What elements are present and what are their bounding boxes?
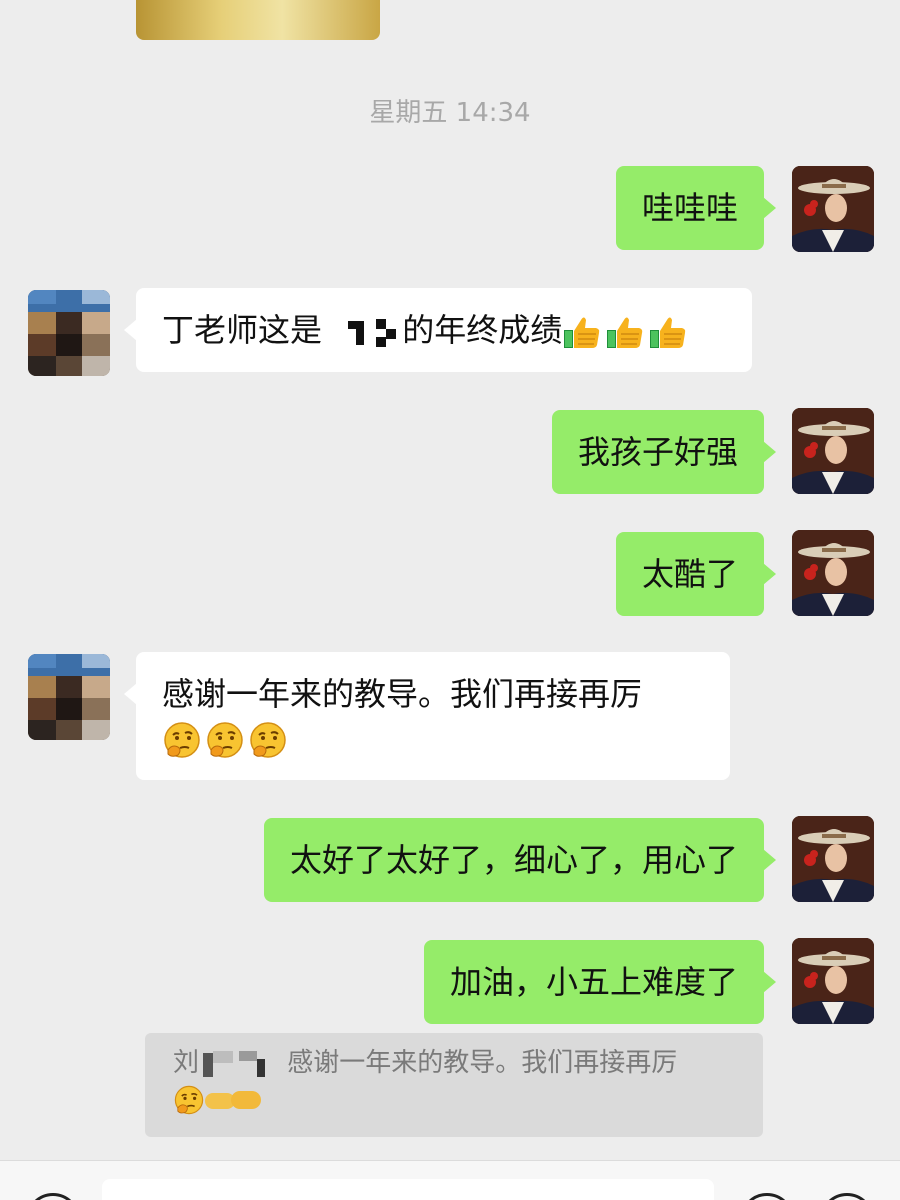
my-avatar[interactable] bbox=[792, 408, 874, 494]
thinking-face-icon bbox=[248, 720, 288, 760]
avatar-image bbox=[792, 816, 874, 902]
quote-text: 感谢一年来的教导。我们再接再厉 bbox=[287, 1048, 678, 1078]
message-text-suffix: 的年终成绩 bbox=[402, 311, 563, 349]
voice-icon[interactable] bbox=[26, 1193, 80, 1200]
my-avatar[interactable] bbox=[792, 166, 874, 252]
avatar-image bbox=[792, 408, 874, 494]
thinking-face-icon bbox=[162, 720, 202, 760]
message-text: 太好了太好了，细心了，用心了 bbox=[289, 841, 738, 879]
my-avatar[interactable] bbox=[792, 938, 874, 1024]
message-text: 太酷了 bbox=[641, 555, 738, 593]
outgoing-message[interactable]: 太好了太好了，细心了，用心了 bbox=[263, 818, 777, 902]
avatar-image bbox=[792, 166, 874, 252]
input-bar bbox=[0, 1160, 900, 1200]
message-text: 加油，小五上难度了 bbox=[449, 963, 738, 1001]
thumbs-up-icon bbox=[562, 312, 602, 352]
avatar-image bbox=[28, 654, 110, 740]
outgoing-message[interactable]: 加油，小五上难度了 bbox=[423, 940, 777, 1024]
quoted-message[interactable]: 刘 感谢一年来的教导。我们再接再厉 bbox=[145, 1033, 763, 1137]
incoming-message[interactable]: 丁老师这是 的年终成绩 bbox=[124, 288, 752, 372]
my-avatar[interactable] bbox=[792, 530, 874, 616]
outgoing-message[interactable]: 太酷了 bbox=[615, 532, 777, 616]
message-emoji-row bbox=[162, 716, 704, 760]
emoji-icon[interactable] bbox=[740, 1193, 794, 1200]
message-text: 丁老师这是 bbox=[162, 311, 323, 349]
incoming-message[interactable]: 感谢一年来的教导。我们再接再厉 bbox=[124, 652, 730, 780]
thumbs-up-icon bbox=[648, 312, 688, 352]
outgoing-message[interactable]: 我孩子好强 bbox=[551, 410, 777, 494]
thinking-face-icon bbox=[173, 1084, 205, 1116]
message-input[interactable] bbox=[102, 1179, 714, 1200]
my-avatar[interactable] bbox=[792, 816, 874, 902]
avatar-image bbox=[792, 530, 874, 616]
thumbs-up-icon bbox=[605, 312, 645, 352]
chat-area[interactable]: 星期五 14:34 哇哇哇 丁老师这是 的年终成绩 我孩子好强 太酷了 感谢一年… bbox=[0, 0, 900, 1160]
avatar-image bbox=[792, 938, 874, 1024]
avatar-image bbox=[28, 290, 110, 376]
previous-media-card[interactable] bbox=[136, 0, 380, 40]
plus-icon[interactable] bbox=[820, 1193, 874, 1200]
outgoing-message[interactable]: 哇哇哇 bbox=[615, 166, 777, 250]
redacted-emoji bbox=[205, 1087, 269, 1113]
thinking-face-icon bbox=[205, 720, 245, 760]
message-text: 哇哇哇 bbox=[641, 189, 738, 227]
message-text: 我孩子好强 bbox=[577, 433, 738, 471]
message-timestamp: 星期五 14:34 bbox=[369, 98, 531, 128]
redacted-name bbox=[199, 1050, 279, 1077]
message-text: 感谢一年来的教导。我们再接再厉 bbox=[162, 675, 643, 713]
redacted-name bbox=[332, 317, 402, 347]
contact-avatar[interactable] bbox=[28, 654, 110, 740]
quote-sender: 刘 bbox=[173, 1048, 200, 1078]
contact-avatar[interactable] bbox=[28, 290, 110, 376]
